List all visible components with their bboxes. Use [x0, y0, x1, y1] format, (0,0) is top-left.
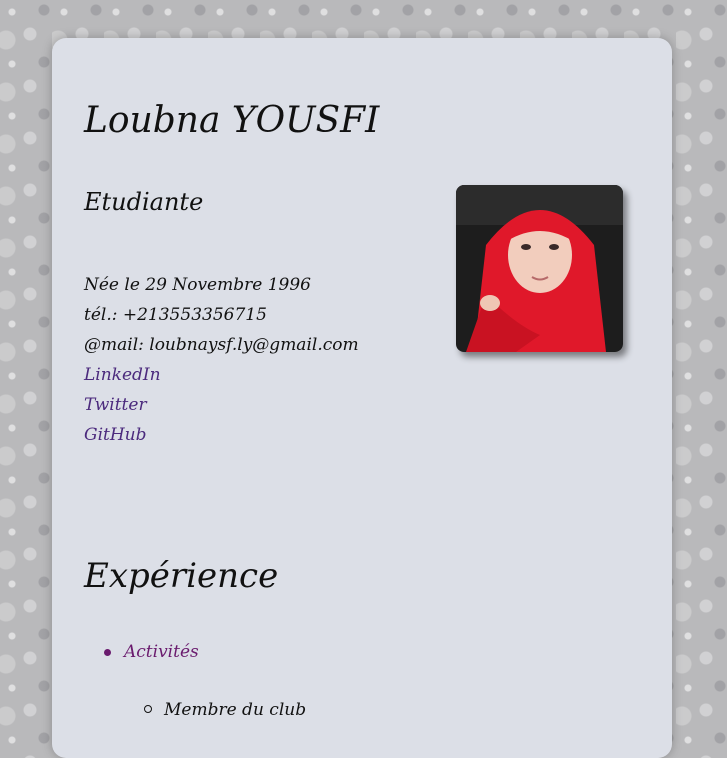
phone-number: tél.: +213553356715: [84, 305, 267, 325]
list-item-activites[interactable]: Activités: [104, 638, 306, 666]
profile-title: Etudiante: [84, 188, 204, 216]
cv-card: Loubna YOUSFI Etudiante Née le 29 Novemb…: [52, 38, 672, 758]
experience-heading: Expérience: [84, 556, 279, 596]
profile-photo: [456, 185, 623, 352]
list-item-membre-club: Membre du club: [144, 696, 306, 724]
experience-list: Activités Membre du club: [104, 638, 306, 724]
twitter-link[interactable]: Twitter: [84, 390, 359, 420]
github-link[interactable]: GitHub: [84, 420, 359, 450]
linkedin-link[interactable]: LinkedIn: [84, 360, 359, 390]
profile-name: Loubna YOUSFI: [84, 100, 380, 141]
email-address: @mail: loubnaysf.ly@gmail.com: [84, 335, 359, 355]
contact-info: Née le 29 Novembre 1996 tél.: +213553356…: [84, 270, 359, 450]
birth-date: Née le 29 Novembre 1996: [84, 275, 311, 295]
